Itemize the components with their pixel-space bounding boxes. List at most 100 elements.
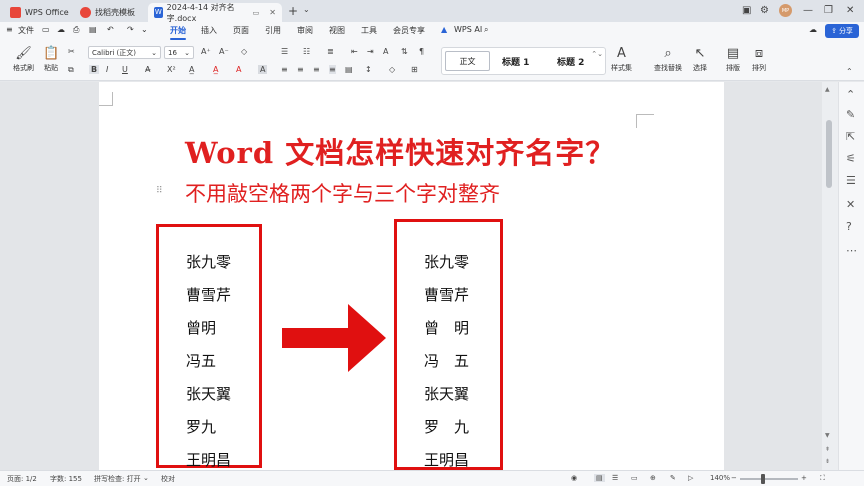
underline-button[interactable]: U: [122, 65, 128, 74]
undo-icon[interactable]: ↶: [107, 25, 114, 34]
text-effect-icon[interactable]: A: [236, 65, 241, 74]
gallery-scroll-icon[interactable]: ⌃⌄: [591, 50, 603, 58]
spellcheck-status[interactable]: 拼写检查: 打开: [94, 474, 141, 484]
dropdown-icon[interactable]: ⌄: [143, 474, 149, 482]
arrange-button[interactable]: ⧈ 排列: [752, 45, 766, 73]
char-shading-icon[interactable]: A: [258, 65, 268, 74]
more-chevron-icon[interactable]: ⌄: [141, 25, 148, 34]
share-button[interactable]: ⇪ 分享: [825, 24, 859, 38]
save-icon[interactable]: ▭: [42, 25, 50, 34]
superscript-icon[interactable]: X²: [167, 65, 176, 74]
style-set-button[interactable]: A 样式集: [611, 45, 632, 73]
scroll-down-icon[interactable]: ▼: [825, 432, 830, 439]
justify-icon[interactable]: ≡: [329, 65, 336, 74]
select-tool-icon[interactable]: ⇱: [846, 130, 855, 143]
chinese-layout-icon[interactable]: A: [383, 47, 388, 56]
grow-font-icon[interactable]: A⁺: [201, 47, 211, 56]
read-mode-icon[interactable]: ▭: [631, 474, 638, 482]
collapse-icon[interactable]: ⌃: [846, 88, 855, 101]
restore-icon[interactable]: ❐: [824, 5, 833, 16]
copy-icon[interactable]: ⧉: [68, 65, 74, 75]
menu-page[interactable]: 页面: [233, 25, 249, 36]
paste-button[interactable]: 📋 粘贴: [43, 45, 59, 73]
style-normal[interactable]: 正文: [445, 51, 490, 71]
strikethrough-icon[interactable]: A̶: [145, 65, 150, 74]
zoom-slider-knob[interactable]: [761, 474, 765, 484]
menu-tools[interactable]: 工具: [361, 25, 377, 36]
font-size-select[interactable]: 16 ⌄: [164, 46, 194, 59]
shading-icon[interactable]: ◇: [389, 65, 395, 74]
tools-icon[interactable]: ✕: [846, 198, 855, 211]
font-color-icon[interactable]: A̲: [213, 65, 218, 74]
select-button[interactable]: ↖ 选择: [693, 45, 707, 73]
help-icon[interactable]: ?: [846, 220, 852, 233]
print-icon[interactable]: ⎙: [73, 25, 79, 35]
document-page[interactable]: Word 文档怎样快速对齐名字？ ⠿ 不用敲空格两个字与三个字对整齐 张九零 曹…: [99, 82, 724, 470]
find-replace-button[interactable]: ⌕ 查找替换: [654, 45, 682, 73]
line-spacing-icon[interactable]: ↕: [365, 65, 372, 74]
preview-icon[interactable]: ▤: [89, 25, 97, 34]
proofread-button[interactable]: 校对: [161, 474, 175, 484]
shrink-font-icon[interactable]: A⁻: [219, 47, 229, 56]
zoom-out-icon[interactable]: −: [731, 474, 737, 482]
indent-decrease-icon[interactable]: ⇤: [351, 47, 358, 56]
bullet-list-icon[interactable]: ☰: [281, 47, 288, 56]
layout-button[interactable]: ▤ 排版: [726, 45, 740, 73]
cloud-sync-icon[interactable]: ☁: [809, 25, 817, 34]
zoom-in-icon[interactable]: +: [801, 474, 807, 482]
chevron-down-icon[interactable]: ⌄: [303, 5, 310, 14]
more-icon[interactable]: ⋯: [846, 244, 857, 257]
style-heading-1[interactable]: 标题 1: [502, 55, 529, 68]
align-left-icon[interactable]: ≡: [281, 65, 288, 74]
close-window-icon[interactable]: ✕: [846, 5, 854, 16]
adjust-icon[interactable]: ⚟: [846, 152, 856, 165]
fit-page-icon[interactable]: ⛶: [820, 474, 825, 483]
page-view-icon[interactable]: ▤: [594, 474, 605, 482]
outline-list-icon[interactable]: ≣: [327, 47, 334, 56]
collapse-ribbon-icon[interactable]: ⌃: [846, 67, 853, 76]
outline-view-icon[interactable]: ☰: [612, 474, 618, 482]
menu-wps-ai[interactable]: WPS AI: [454, 25, 482, 34]
sort-icon[interactable]: ⇅: [401, 47, 408, 56]
pen-icon[interactable]: ✎: [846, 108, 855, 121]
show-marks-icon[interactable]: ¶: [419, 47, 424, 56]
highlight-icon[interactable]: A̲: [189, 65, 194, 74]
eye-icon[interactable]: ◉: [571, 474, 577, 482]
avatar[interactable]: MP: [779, 4, 792, 17]
bold-button[interactable]: B: [89, 65, 100, 74]
focus-mode-icon[interactable]: ✎: [670, 474, 676, 482]
tab-wps-office[interactable]: WPS Office: [4, 3, 75, 22]
close-tab-icon[interactable]: ✕: [269, 8, 276, 17]
hamburger-icon[interactable]: ≡: [6, 25, 13, 34]
cloud-icon[interactable]: ☁: [57, 25, 65, 34]
tab-document[interactable]: W 2024-4-14 对齐名字.docx ▭ ✕: [148, 3, 282, 23]
new-tab-icon[interactable]: +: [288, 4, 298, 18]
menu-home[interactable]: 开始: [170, 25, 186, 40]
ai-logo-icon[interactable]: ▲: [441, 25, 447, 34]
distributed-icon[interactable]: ▤: [345, 65, 353, 74]
menu-member[interactable]: 会员专享: [393, 25, 425, 36]
clear-format-icon[interactable]: ◇: [241, 47, 247, 56]
page-up-icon[interactable]: ⇞: [825, 446, 830, 453]
menu-references[interactable]: 引用: [265, 25, 281, 36]
tab-template[interactable]: 找稻壳模板: [74, 3, 141, 22]
style-heading-2[interactable]: 标题 2: [557, 55, 584, 68]
numbered-list-icon[interactable]: ☷: [303, 47, 310, 56]
sliders-icon[interactable]: ☰: [846, 174, 856, 187]
layout-icon[interactable]: ▣: [742, 5, 751, 16]
web-view-icon[interactable]: ⊕: [650, 474, 656, 482]
search-icon[interactable]: ⌕: [484, 25, 488, 35]
window-icon[interactable]: ▭: [253, 9, 260, 17]
scroll-up-icon[interactable]: ▲: [825, 86, 830, 93]
borders-icon[interactable]: ⊞: [411, 65, 418, 74]
font-name-select[interactable]: Calibri (正文) ⌄: [88, 46, 161, 59]
play-icon[interactable]: ▷: [688, 474, 693, 482]
italic-button[interactable]: I: [106, 65, 108, 74]
vertical-scrollbar[interactable]: ▲ ▼ ⇞ ⇟: [822, 82, 838, 470]
align-right-icon[interactable]: ≡: [313, 65, 320, 74]
align-center-icon[interactable]: ≡: [297, 65, 304, 74]
scroll-thumb[interactable]: [826, 120, 832, 188]
zoom-slider[interactable]: [740, 478, 798, 480]
indent-increase-icon[interactable]: ⇥: [367, 47, 374, 56]
menu-insert[interactable]: 插入: [201, 25, 217, 36]
